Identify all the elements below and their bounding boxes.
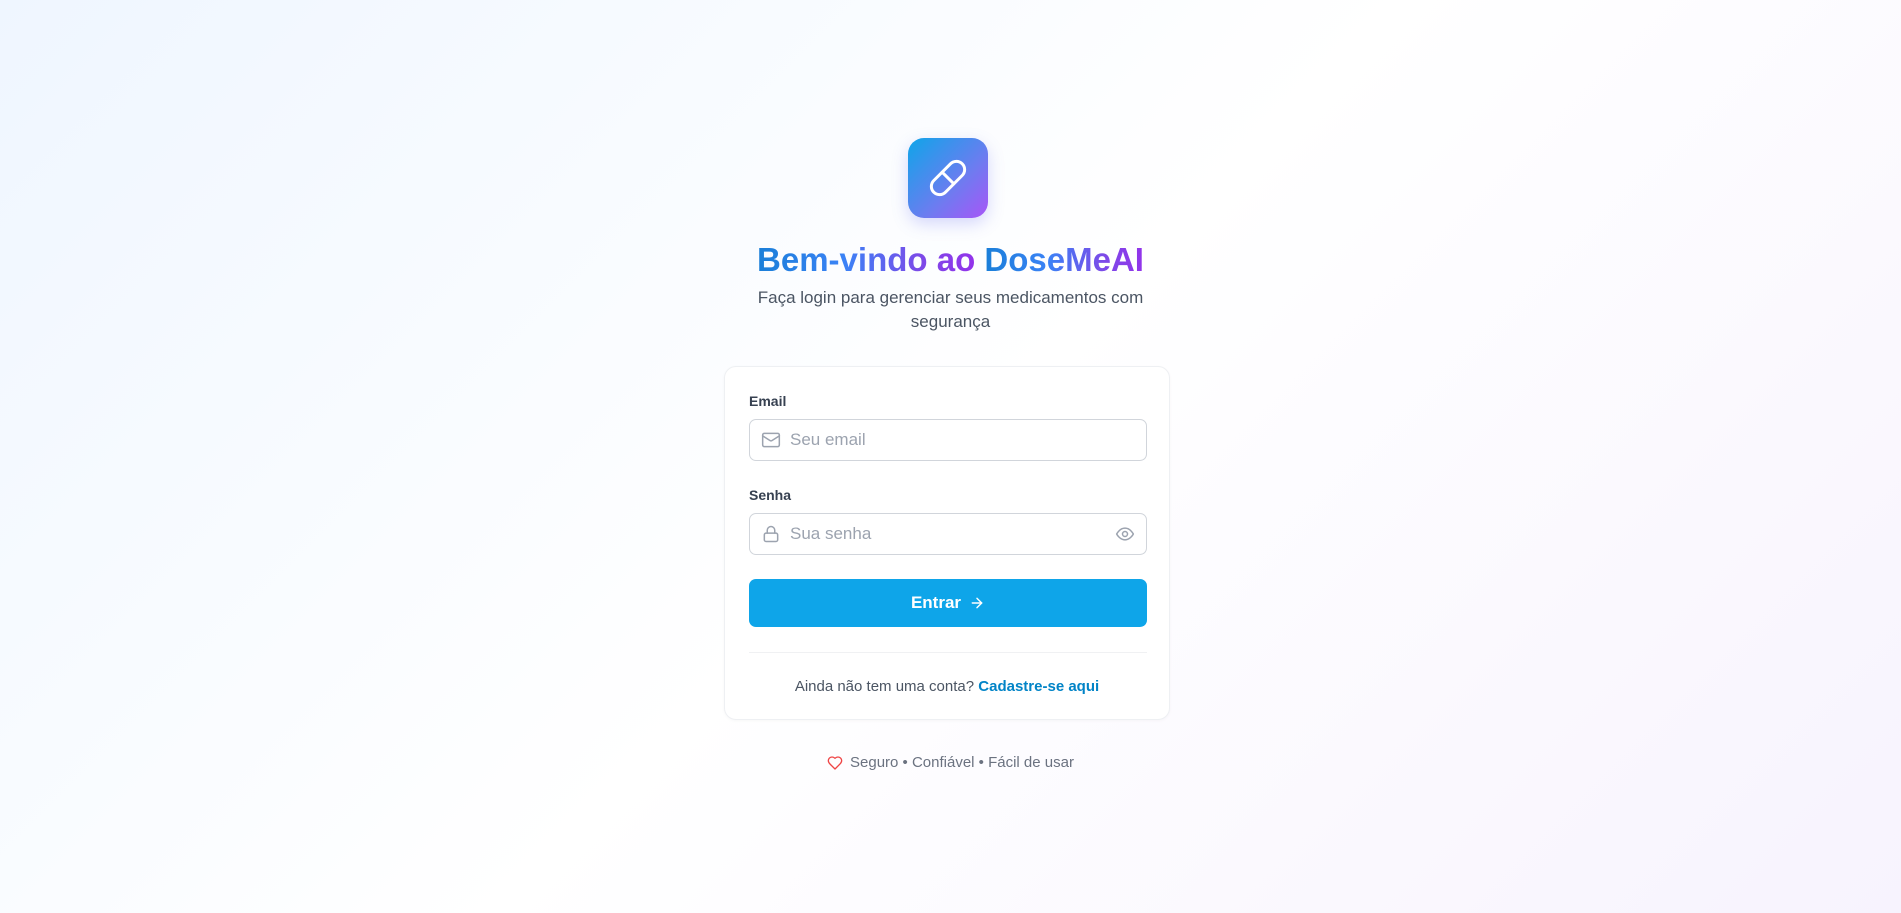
divider <box>749 652 1147 653</box>
login-page: Bem-vindo ao DoseMeAI Faça login para ge… <box>0 0 1901 913</box>
password-label: Senha <box>749 487 792 503</box>
signup-prompt: Ainda não tem uma conta? Cadastre-se aqu… <box>725 677 1169 697</box>
password-field-wrapper <box>749 513 1147 555</box>
page-subtitle: Faça login para gerenciar seus medicamen… <box>757 288 1144 331</box>
email-label: Email <box>749 393 787 409</box>
email-input[interactable] <box>790 420 1090 460</box>
footer-tagline: Seguro • Confiável • Fácil de usar <box>0 753 1901 773</box>
page-title: Bem-vindo ao DoseMeAI <box>0 238 1901 282</box>
heart-icon <box>827 756 843 770</box>
password-input[interactable] <box>790 514 1090 554</box>
login-button-label: Entrar <box>910 593 962 612</box>
lock-icon <box>763 525 779 543</box>
pill-icon <box>929 159 967 197</box>
login-card: Email Senha Entrar <box>724 366 1170 720</box>
login-button[interactable]: Entrar <box>749 579 1147 627</box>
eye-icon[interactable] <box>1115 524 1135 544</box>
title-brand: DoseMeAI <box>984 241 1144 278</box>
footer-text: Seguro • Confiável • Fácil de usar <box>850 754 1074 771</box>
mail-icon <box>761 432 781 448</box>
signup-link[interactable]: Cadastre-se aqui <box>978 678 1099 695</box>
app-logo <box>908 138 988 218</box>
email-field-wrapper <box>749 419 1147 461</box>
arrow-right-icon <box>971 597 983 609</box>
title-prefix: Bem-vindo ao <box>757 241 976 278</box>
signup-prompt-text: Ainda não tem uma conta? <box>794 678 975 695</box>
